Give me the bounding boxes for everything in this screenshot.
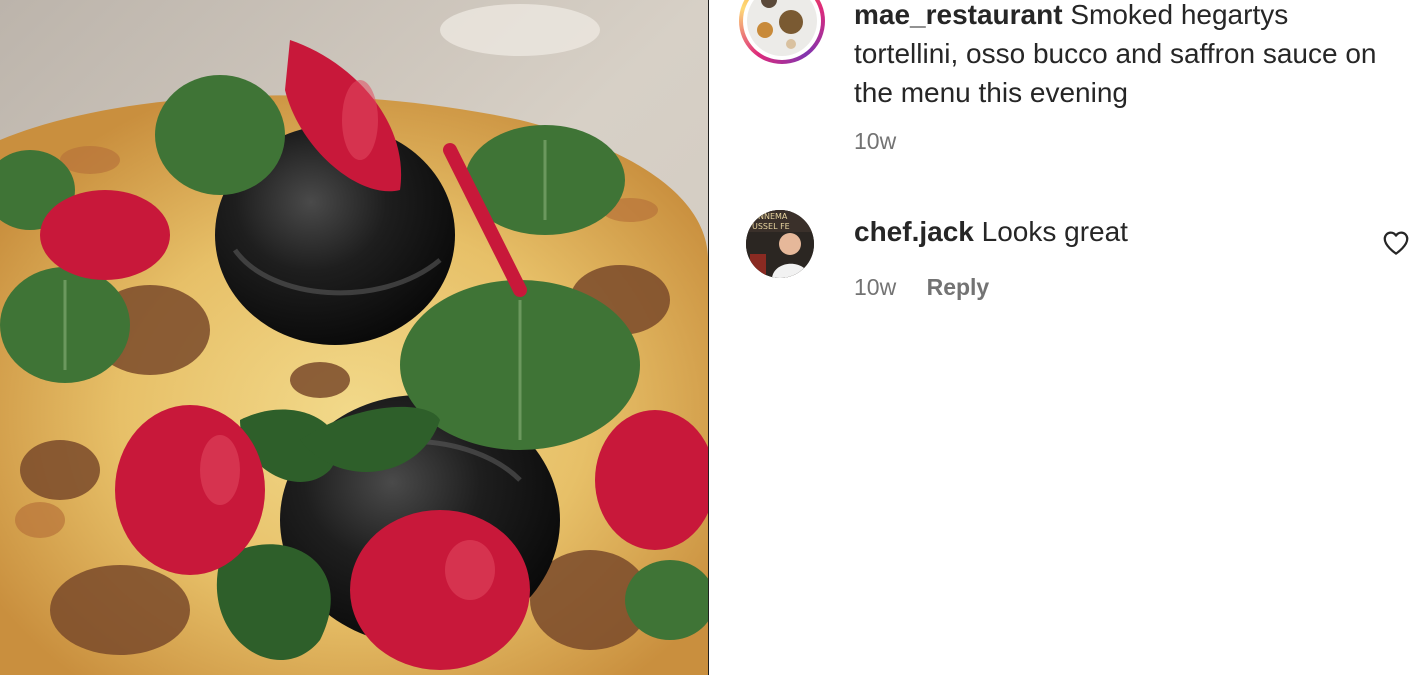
commenter-avatar-image: NNEMA USSEL FE [746, 210, 814, 278]
post-caption: mae_restaurant Smoked hegartys tortellin… [854, 0, 1394, 112]
caption-meta: 10w [854, 128, 896, 155]
post-image[interactable] [0, 0, 708, 675]
comment-meta: 10w Reply [854, 274, 989, 301]
food-photo [0, 0, 708, 675]
comment-text: Looks great [981, 216, 1128, 247]
reply-button[interactable]: Reply [927, 274, 990, 300]
heart-outline-icon[interactable] [1381, 228, 1411, 258]
author-avatar[interactable] [739, 0, 825, 64]
caption-timestamp[interactable]: 10w [854, 128, 896, 154]
comment-timestamp[interactable]: 10w [854, 274, 896, 300]
commenter-avatar[interactable]: NNEMA USSEL FE [746, 210, 814, 278]
comment-body: chef.jack Looks great [854, 212, 1128, 251]
comments-pane: mae_restaurant Smoked hegartys tortellin… [709, 0, 1417, 675]
svg-text:USSEL FE: USSEL FE [752, 222, 790, 231]
author-username[interactable]: mae_restaurant [854, 0, 1063, 30]
svg-text:NNEMA: NNEMA [758, 212, 788, 221]
commenter-username[interactable]: chef.jack [854, 216, 974, 247]
